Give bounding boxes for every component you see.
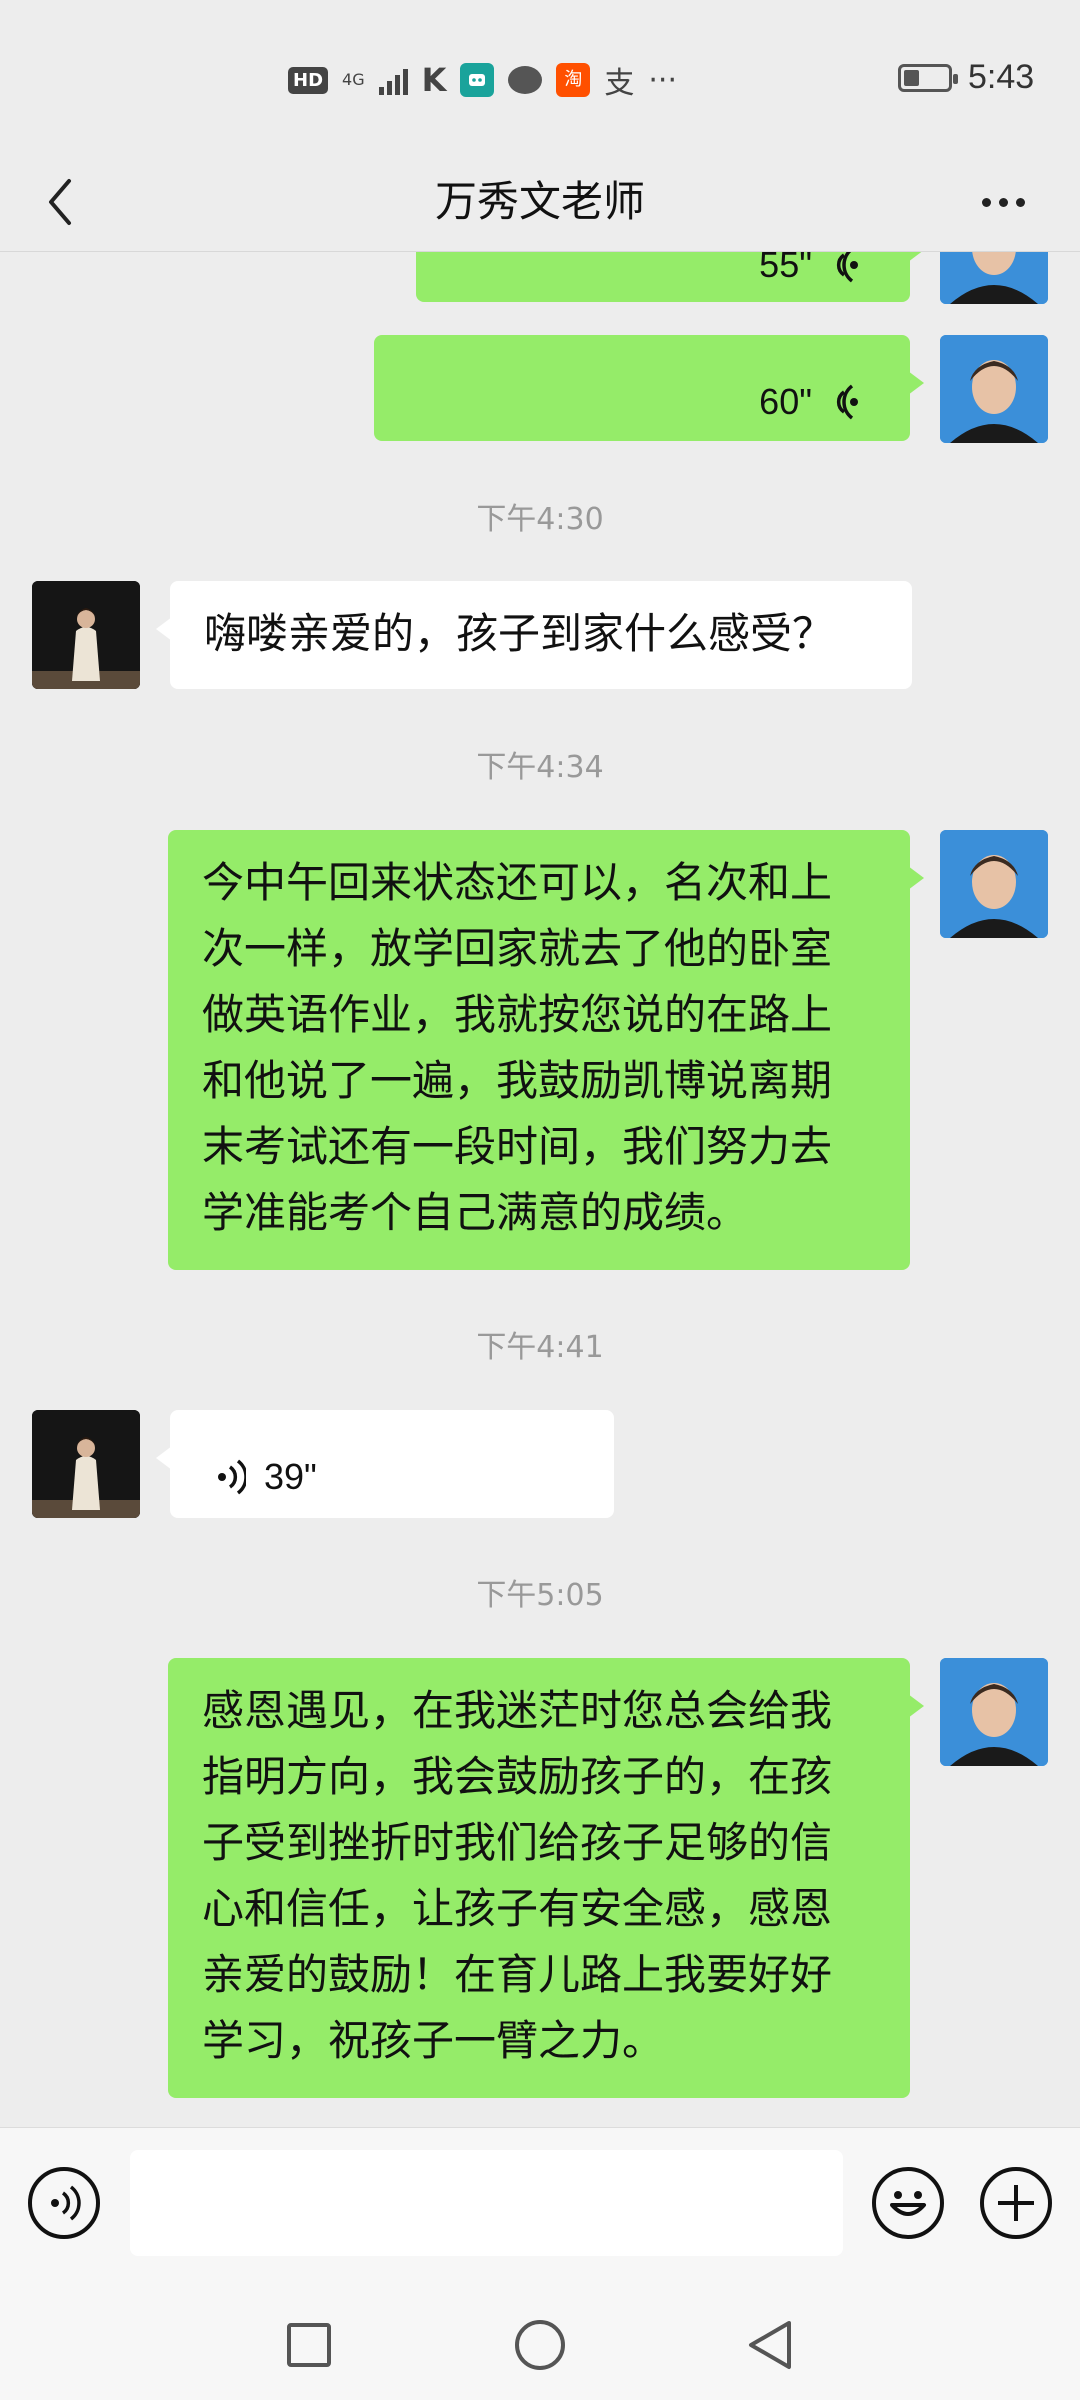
contact-avatar[interactable] bbox=[32, 1410, 140, 1518]
more-options-button[interactable] bbox=[968, 172, 1038, 232]
message-text: 嗨喽亲爱的，孩子到家什么感受？ bbox=[204, 609, 835, 658]
plus-icon bbox=[998, 2185, 1034, 2221]
voice-message-bubble[interactable]: 39" bbox=[156, 1410, 614, 1518]
message-line: 和他说了一遍，我鼓励凯博说离期 bbox=[202, 1056, 833, 1105]
circle-icon bbox=[515, 2320, 565, 2370]
text-message-bubble[interactable]: 今中午回来状态还可以，名次和上 次一样，放学回家就去了他的卧室 做英语作业，我就… bbox=[168, 830, 924, 1270]
voice-wave-icon bbox=[218, 1459, 246, 1495]
message-line: 感恩遇见，在我迷茫时您总会给我 bbox=[202, 1686, 833, 1735]
battery-icon bbox=[898, 64, 958, 92]
dot-icon bbox=[998, 197, 1008, 207]
voice-wave-icon bbox=[836, 252, 858, 283]
recent-apps-button[interactable] bbox=[279, 2315, 339, 2375]
mi-app-icon bbox=[460, 63, 495, 97]
contact-avatar[interactable] bbox=[32, 581, 140, 689]
message-line: 末考试还有一段时间，我们努力去 bbox=[202, 1122, 833, 1171]
k-app-icon: K bbox=[421, 61, 447, 99]
message-line: 学习，祝孩子一臂之力。 bbox=[202, 2016, 665, 2065]
my-avatar[interactable] bbox=[940, 252, 1048, 304]
message-line: 心和信任，让孩子有安全感，感恩 bbox=[202, 1884, 833, 1933]
chat-message-list[interactable]: 55" 60" 下午4:30 嗨喽亲爱的，孩子到家什么感受？ 下午4:34 今中… bbox=[0, 252, 1080, 2127]
network-type: 4G bbox=[342, 70, 365, 89]
message-timestamp: 下午4:30 bbox=[476, 502, 604, 537]
voice-duration: 55" bbox=[759, 252, 812, 285]
message-line: 亲爱的鼓励！在育儿路上我要好好 bbox=[202, 1950, 833, 1999]
chat-title: 万秀文老师 bbox=[434, 177, 645, 226]
alipay-icon: 支 bbox=[604, 66, 635, 101]
chat-header: 万秀文老师 bbox=[0, 150, 1080, 252]
dot-icon bbox=[981, 197, 991, 207]
voice-duration: 60" bbox=[759, 381, 812, 422]
message-timestamp: 下午5:05 bbox=[476, 1578, 604, 1613]
emoji-button[interactable] bbox=[872, 2167, 944, 2239]
square-icon bbox=[287, 2323, 331, 2367]
battery-level bbox=[904, 70, 919, 86]
text-message-bubble[interactable]: 感恩遇见，在我迷茫时您总会给我 指明方向，我会鼓励孩子的，在孩 子受到挫折时我们… bbox=[168, 1658, 924, 2098]
taobao-icon: 淘 bbox=[556, 63, 591, 97]
status-icons: HD 4G K 淘 支 ··· bbox=[288, 58, 677, 102]
message-input[interactable] bbox=[130, 2150, 843, 2256]
chat-input-bar bbox=[0, 2127, 1080, 2287]
system-navigation-bar bbox=[0, 2287, 1080, 2400]
voice-wave-icon bbox=[836, 384, 858, 420]
clock: 5:43 bbox=[968, 58, 1035, 96]
message-line: 次一样，放学回家就去了他的卧室 bbox=[202, 924, 833, 973]
message-timestamp: 下午4:34 bbox=[476, 750, 604, 785]
voice-message-bubble[interactable]: 55" bbox=[416, 252, 924, 302]
message-line: 学准能考个自己满意的成绩。 bbox=[202, 1188, 749, 1237]
back-nav-button[interactable] bbox=[740, 2315, 800, 2375]
more-functions-button[interactable] bbox=[980, 2167, 1052, 2239]
dot-icon bbox=[1015, 197, 1025, 207]
my-avatar[interactable] bbox=[940, 830, 1048, 938]
message-line: 做英语作业，我就按您说的在路上 bbox=[202, 990, 833, 1039]
message-line: 今中午回来状态还可以，名次和上 bbox=[202, 858, 833, 907]
voice-icon bbox=[51, 2185, 81, 2221]
signal-icon bbox=[378, 65, 408, 95]
voice-message-bubble[interactable]: 60" bbox=[374, 335, 924, 441]
message-timestamp: 下午4:41 bbox=[476, 1330, 604, 1365]
voice-duration: 39" bbox=[264, 1456, 317, 1497]
more-notifications-icon: ··· bbox=[648, 62, 677, 98]
smiley-icon bbox=[890, 2191, 926, 2216]
my-avatar[interactable] bbox=[940, 1658, 1048, 1766]
message-line: 子受到挫折时我们给孩子足够的信 bbox=[202, 1818, 833, 1867]
message-line: 指明方向，我会鼓励孩子的，在孩 bbox=[202, 1752, 833, 1801]
status-bar: HD 4G K 淘 支 ··· 5:43 bbox=[0, 0, 1080, 150]
triangle-back-icon bbox=[749, 2321, 791, 2369]
message-icon bbox=[508, 66, 543, 94]
my-avatar[interactable] bbox=[940, 335, 1048, 443]
home-button[interactable] bbox=[510, 2315, 570, 2375]
voice-input-button[interactable] bbox=[28, 2167, 100, 2239]
hd-badge: HD bbox=[288, 66, 329, 94]
text-message-bubble[interactable]: 嗨喽亲爱的，孩子到家什么感受？ bbox=[156, 581, 912, 689]
